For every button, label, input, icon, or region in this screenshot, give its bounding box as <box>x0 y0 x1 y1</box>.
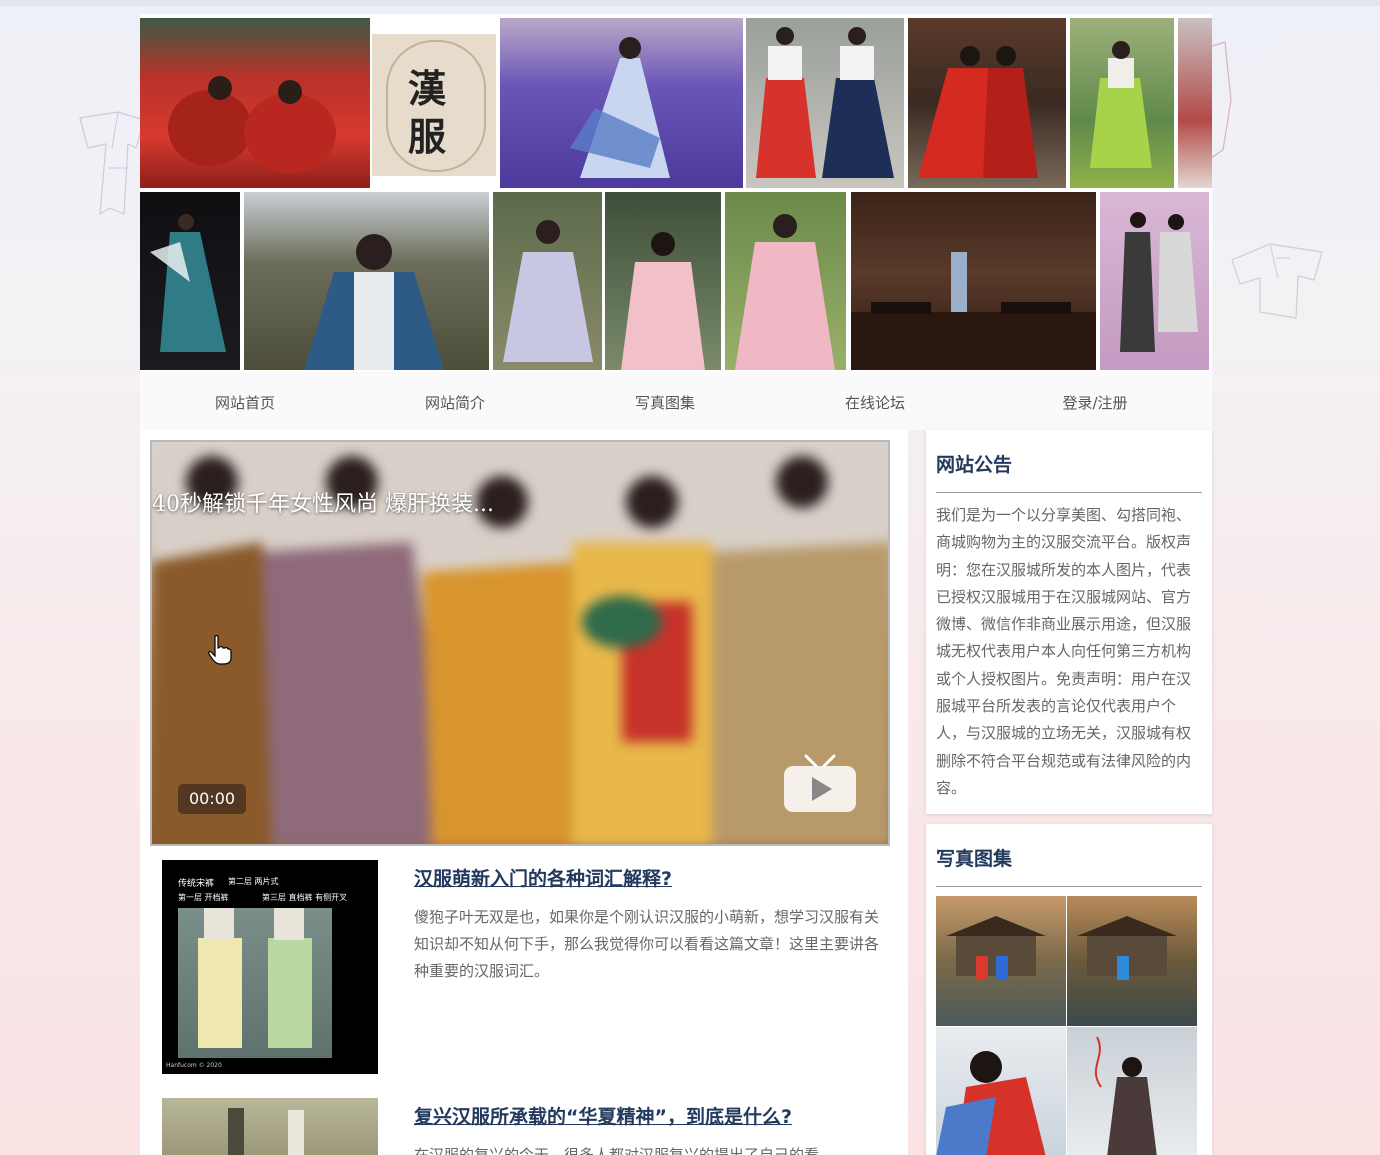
banner-photo-edge[interactable] <box>1178 18 1212 188</box>
banner-photo-seated-girl[interactable] <box>493 192 602 370</box>
play-tv-icon[interactable] <box>782 752 858 814</box>
thumb-photo <box>178 908 332 1058</box>
main-nav: 网站首页 网站简介 写真图集 在线论坛 登录/注册 <box>140 372 1212 430</box>
banner-photo-dancer[interactable] <box>140 192 240 370</box>
top-border <box>0 0 1380 6</box>
notice-divider <box>936 492 1202 493</box>
hand-cursor-icon <box>208 635 232 665</box>
thumb-label: 第三层 直档裤 有侧开叉 <box>262 893 348 902</box>
hanfu-outline-decoration-right <box>1231 243 1323 319</box>
gallery-title: 写真图集 <box>936 848 1013 870</box>
gallery-divider <box>936 886 1202 887</box>
article-thumb-field[interactable] <box>162 1098 378 1155</box>
gallery-box: 写真图集 <box>926 824 1212 1155</box>
thumb-label: Hanfucom © 2020 <box>166 1062 222 1069</box>
gallery-photo[interactable] <box>1067 1027 1197 1155</box>
nav-forum[interactable]: 在线论坛 <box>845 392 905 413</box>
article-summary: 在汉服的复兴的今天，很多人都对汉服复兴的提出了自己的看 <box>414 1146 820 1155</box>
main-content: 40秒解锁千年女性风尚 爆肝换装... 00:00 传统宋裤 第二层 两片式 第… <box>140 430 908 1155</box>
banner-photo-hills-man[interactable] <box>244 192 489 370</box>
article-title[interactable]: 汉服萌新入门的各种词汇解释? <box>414 864 672 891</box>
nav-login-register[interactable]: 登录/注册 <box>1062 392 1127 413</box>
photo-banner: 漢 服 <box>140 14 1212 372</box>
banner-photo-garden[interactable] <box>1070 18 1174 188</box>
notice-title: 网站公告 <box>936 454 1013 476</box>
gallery-photo[interactable] <box>936 896 1066 1026</box>
video-player[interactable]: 40秒解锁千年女性风尚 爆肝换装... 00:00 <box>150 440 890 846</box>
article-item: 传统宋裤 第二层 两片式 第一层 开档裤 第三层 直档裤 有侧开叉 Hanfuc… <box>140 860 908 1090</box>
banner-photo-runway[interactable] <box>1100 192 1209 370</box>
notice-text: 我们是为一个以分享美图、勾搭同袍、商城购物为主的汉服交流平台。版权声明：您在汉服… <box>936 506 1192 797</box>
logo-char-2: 服 <box>408 114 447 159</box>
video-time: 00:00 <box>178 784 246 814</box>
nav-about[interactable]: 网站简介 <box>425 392 485 413</box>
thumb-label: 第一层 开档裤 <box>178 893 229 902</box>
article-summary: 傻狍子叶无双是也，如果你是个刚认识汉服的小萌新，想学习汉服有关知识却不知从何下手… <box>414 908 880 980</box>
banner-photo-pink-girl[interactable] <box>605 192 721 370</box>
banner-photo-ceremony[interactable] <box>140 18 370 188</box>
logo-char-1: 漢 <box>408 66 447 111</box>
thumb-label: 第二层 两片式 <box>228 877 279 886</box>
banner-photo-pink-robe[interactable] <box>725 192 846 370</box>
notice-box: 网站公告 我们是为一个以分享美图、勾搭同袍、商城购物为主的汉服交流平台。版权声明… <box>926 430 1212 814</box>
page-container: 漢 服 网站首页 网站简介 写真图集 在线论坛 登录/注册 40秒解锁千年女性风… <box>140 14 1212 1155</box>
gallery-photo[interactable] <box>936 1027 1066 1155</box>
banner-photo-two-girls[interactable] <box>746 18 904 188</box>
hanfu-outline-decoration-left <box>79 111 145 216</box>
article-thumb-pants[interactable]: 传统宋裤 第二层 两片式 第一层 开档裤 第三层 直档裤 有侧开叉 Hanfuc… <box>162 860 378 1074</box>
banner-photo-lavender[interactable] <box>500 18 743 188</box>
thumb-label: 传统宋裤 <box>178 879 215 889</box>
banner-hanfu-logo[interactable]: 漢 服 <box>372 34 496 176</box>
article-item: 复兴汉服所承载的“华夏精神”，到底是什么? 在汉服的复兴的今天，很多人都对汉服复… <box>140 1098 908 1155</box>
banner-photo-classroom[interactable] <box>851 192 1096 370</box>
video-title: 40秒解锁千年女性风尚 爆肝换装... <box>152 492 494 517</box>
gallery-photo[interactable] <box>1067 896 1197 1026</box>
nav-home[interactable]: 网站首页 <box>215 392 275 413</box>
article-title[interactable]: 复兴汉服所承载的“华夏精神”，到底是什么? <box>414 1102 792 1129</box>
banner-photo-wedding[interactable] <box>908 18 1066 188</box>
nav-gallery[interactable]: 写真图集 <box>635 392 695 413</box>
